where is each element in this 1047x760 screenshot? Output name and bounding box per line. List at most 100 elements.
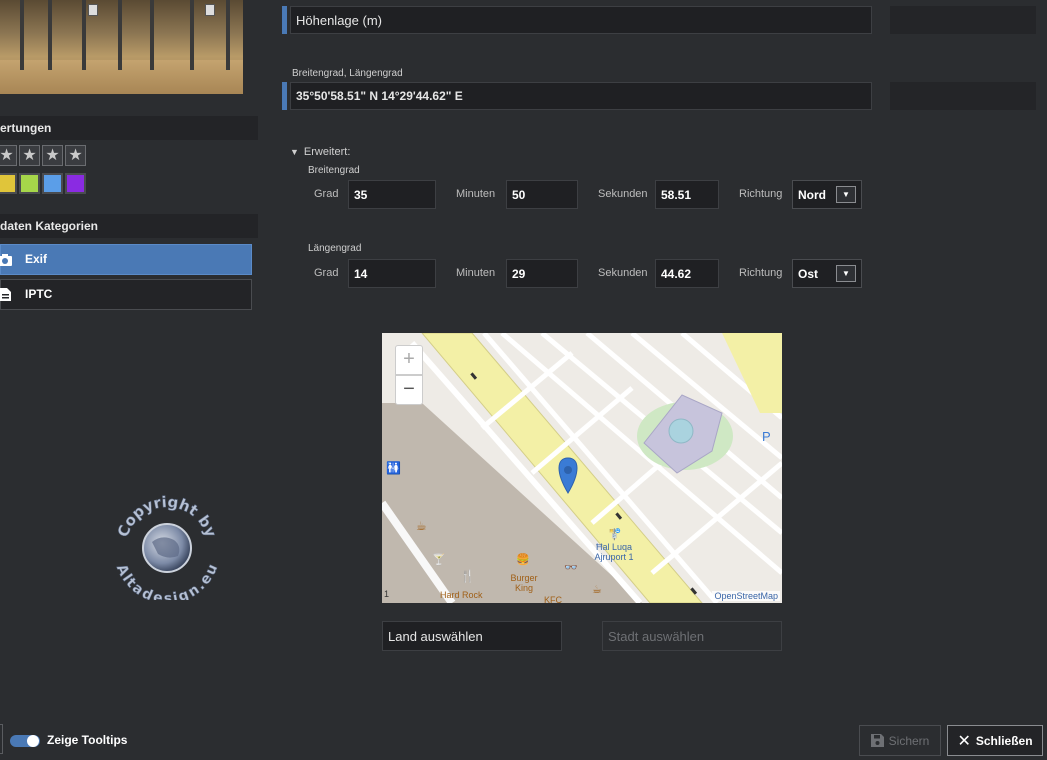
color-label-purple[interactable] [65, 173, 86, 194]
latlong-value: 35°50'58.51" N 14°29'44.62" E [296, 89, 463, 103]
latlong-label: Breitengrad, Längengrad [292, 68, 403, 79]
camera-icon [0, 254, 12, 266]
lon-richtung-select[interactable]: Ost ▼ [792, 259, 862, 288]
close-label: Schließen [975, 733, 1033, 748]
document-icon [0, 288, 11, 301]
map-attribution[interactable]: OpenStreetMap [712, 591, 780, 601]
lon-richtung-label: Richtung [739, 267, 783, 279]
categories-header: daten Kategorien [0, 214, 258, 238]
category-label: IPTC [25, 287, 53, 301]
parking-icon: P [762, 429, 771, 444]
lat-sekunden-value: 58.51 [661, 187, 692, 202]
poi-hard-rock: Hard Rock [440, 590, 483, 600]
map-scale-label: 1 [384, 589, 390, 599]
lat-sekunden-input[interactable]: 58.51 [655, 180, 719, 209]
altitude-field[interactable]: Höhenlage (m) [290, 6, 872, 34]
lat-richtung-select[interactable]: Nord ▼ [792, 180, 862, 209]
lat-richtung-value: Nord [798, 187, 826, 202]
thumbnail-column [226, 0, 230, 70]
location-form: Höhenlage (m) Breitengrad, Längengrad 35… [272, 0, 1047, 706]
star-icon[interactable]: ★ [65, 145, 86, 166]
lon-sekunden-value: 44.62 [661, 266, 692, 281]
lon-minuten-value: 29 [512, 266, 526, 281]
thumbnail-column [190, 0, 194, 70]
lat-grad-label: Grad [314, 188, 339, 200]
altitude-aux-field[interactable] [890, 6, 1036, 34]
ratings-header: ertungen [0, 116, 258, 140]
tooltips-toggle[interactable] [10, 735, 40, 747]
lon-grad-label: Grad [314, 267, 339, 279]
cafe-icon: ☕ [416, 519, 427, 533]
altitude-value: Höhenlage (m) [296, 12, 382, 28]
save-label: Sichern [888, 733, 930, 748]
save-button[interactable]: Sichern [859, 725, 941, 756]
lat-sekunden-label: Sekunden [598, 188, 648, 200]
bus-stop-icon: 🚏 [608, 529, 622, 541]
ratings-title: ertungen [0, 121, 52, 135]
latlong-field[interactable]: 35°50'58.51" N 14°29'44.62" E [290, 82, 872, 110]
color-labels[interactable] [0, 173, 86, 194]
location-map[interactable]: + − P 🚻 ☕ 🍸 🍴 🍔 👓 ☕ 🚏 Ħal Luqa Ajruport … [382, 333, 782, 603]
thumbnail-sign [205, 4, 215, 16]
caret-down-icon: ▼ [290, 147, 299, 157]
star-icon[interactable]: ★ [19, 145, 40, 166]
lat-minuten-input[interactable]: 50 [506, 180, 578, 209]
poi-bus-stop: Ħal Luqa Ajruport 1 [594, 542, 634, 562]
lon-richtung-value: Ost [798, 266, 819, 281]
longitude-title: Längengrad [308, 243, 362, 254]
lon-minuten-input[interactable]: 29 [506, 259, 578, 288]
copyright-watermark: Copyright by Altadesign.eu [113, 493, 222, 600]
lon-grad-value: 14 [354, 266, 368, 281]
thumbnail-column [82, 0, 86, 70]
glasses-icon: 👓 [564, 562, 578, 574]
floppy-disk-icon [870, 734, 884, 747]
color-label-green[interactable] [19, 173, 40, 194]
poi-kfc: KFC [544, 595, 562, 603]
footer-left-button[interactable] [0, 724, 3, 754]
tooltips-label: Zeige Tooltips [47, 733, 128, 747]
bar-icon: 🍸 [432, 554, 446, 566]
thumbnail-column [118, 0, 122, 70]
color-label-blue[interactable] [42, 173, 63, 194]
restaurant-icon: 🍴 [460, 569, 475, 583]
categories-title: daten Kategorien [0, 219, 99, 233]
lon-sekunden-input[interactable]: 44.62 [655, 259, 719, 288]
zoom-in-button[interactable]: + [395, 345, 423, 375]
latlong-aux-field[interactable] [890, 82, 1036, 110]
field-accent [282, 82, 287, 110]
close-button[interactable]: ✕ Schließen [947, 725, 1043, 756]
thumbnail-column [48, 0, 52, 70]
zoom-out-button[interactable]: − [395, 375, 423, 405]
lon-minuten-label: Minuten [456, 267, 496, 279]
star-rating[interactable]: ★ ★ ★ ★ [0, 145, 86, 166]
country-select[interactable]: Land auswählen [382, 621, 562, 651]
fastfood-icon: 🍔 [516, 554, 530, 566]
color-label-yellow[interactable] [0, 173, 17, 194]
star-icon[interactable]: ★ [0, 145, 17, 166]
city-select[interactable]: Stadt auswählen [602, 621, 782, 651]
photo-thumbnail[interactable] [0, 0, 243, 94]
advanced-label: Erweitert: [303, 146, 351, 158]
lat-minuten-value: 50 [512, 187, 526, 202]
category-label: Exif [25, 252, 48, 266]
lat-richtung-label: Richtung [739, 188, 783, 200]
chevron-down-icon[interactable]: ▼ [836, 265, 856, 282]
lat-grad-value: 35 [354, 187, 368, 202]
city-placeholder: Stadt auswählen [608, 628, 705, 644]
category-exif-button[interactable]: Exif [0, 244, 252, 275]
toilets-icon: 🚻 [386, 461, 401, 475]
star-icon[interactable]: ★ [42, 145, 63, 166]
country-placeholder: Land auswählen [388, 628, 483, 644]
cafe-icon: ☕ [592, 584, 602, 596]
latitude-title: Breitengrad [308, 165, 360, 176]
thumbnail-sign [88, 4, 98, 16]
lat-grad-input[interactable]: 35 [348, 180, 436, 209]
close-icon: ✕ [957, 732, 971, 750]
lon-sekunden-label: Sekunden [598, 267, 648, 279]
advanced-toggle[interactable]: ▼ Erweitert: [290, 146, 350, 158]
toggle-knob [27, 735, 39, 747]
lon-grad-input[interactable]: 14 [348, 259, 436, 288]
category-iptc-button[interactable]: IPTC [0, 279, 252, 310]
lat-minuten-label: Minuten [456, 188, 496, 200]
chevron-down-icon[interactable]: ▼ [836, 186, 856, 203]
